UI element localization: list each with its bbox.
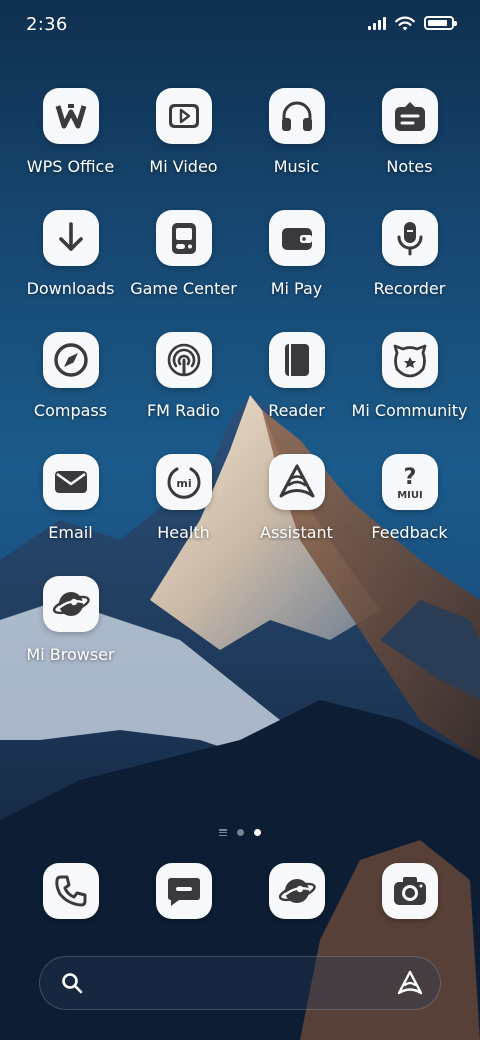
- status-icons: [368, 14, 457, 32]
- dock-planet-browser[interactable]: [240, 863, 353, 919]
- apps-microphone[interactable]: Recorder: [353, 210, 466, 298]
- app-label: WPS Office: [26, 157, 115, 176]
- app-label: Mi Community: [351, 401, 468, 420]
- apps-wps-office[interactable]: WPS Office: [14, 88, 127, 176]
- phone-icon[interactable]: [42, 863, 99, 919]
- app-label: Game Center: [130, 279, 237, 298]
- planet-browser-icon[interactable]: [42, 576, 99, 632]
- wifi-icon: [395, 16, 415, 31]
- page-dot-active[interactable]: [254, 829, 261, 836]
- search-bar[interactable]: [39, 956, 441, 1010]
- app-label: Mi Video: [149, 157, 218, 176]
- compass-icon[interactable]: [42, 332, 99, 388]
- app-label: Compass: [33, 401, 108, 420]
- planet-browser-icon[interactable]: [268, 863, 325, 919]
- apps-assistant[interactable]: Assistant: [240, 454, 353, 542]
- headphones-icon[interactable]: [268, 88, 325, 144]
- apps-download-arrow[interactable]: Downloads: [14, 210, 127, 298]
- app-label: Reader: [268, 401, 325, 420]
- apps-gamepad[interactable]: Game Center: [127, 210, 240, 298]
- apps-radio[interactable]: FM Radio: [127, 332, 240, 420]
- dock-camera[interactable]: [353, 863, 466, 919]
- app-label: Email: [48, 523, 93, 542]
- apps-book[interactable]: Reader: [240, 332, 353, 420]
- assistant-icon[interactable]: [268, 454, 325, 510]
- battery-level: [428, 20, 448, 26]
- feedback-glyph-text: MIUI: [397, 490, 423, 501]
- wps-office-icon[interactable]: [42, 88, 99, 144]
- health-ring-icon[interactable]: mi: [155, 454, 212, 510]
- miui-feedback-icon[interactable]: ? MIUI: [381, 454, 438, 510]
- apps-planet-browser[interactable]: Mi Browser: [14, 576, 127, 664]
- dock-message[interactable]: [127, 863, 240, 919]
- wallet-icon[interactable]: [268, 210, 325, 266]
- play-video-icon[interactable]: [155, 88, 212, 144]
- apps-notes[interactable]: Notes: [353, 88, 466, 176]
- message-icon[interactable]: [155, 863, 212, 919]
- app-label: Feedback: [371, 523, 448, 542]
- assistant-icon[interactable]: [396, 969, 424, 997]
- page-dot[interactable]: [237, 829, 244, 836]
- app-label: Mi Browser: [26, 645, 115, 664]
- gamepad-icon[interactable]: [155, 210, 212, 266]
- page-indicator[interactable]: [0, 829, 480, 836]
- battery-icon: [424, 16, 457, 30]
- clock: 2:36: [26, 14, 68, 35]
- page-list-indicator: [219, 829, 227, 836]
- apps-envelope[interactable]: Email: [14, 454, 127, 542]
- bunny-face-icon[interactable]: [381, 332, 438, 388]
- dock: [14, 863, 466, 919]
- apps-headphones[interactable]: Music: [240, 88, 353, 176]
- status-bar: 2:36: [0, 0, 480, 52]
- envelope-icon[interactable]: [42, 454, 99, 510]
- notes-icon[interactable]: [381, 88, 438, 144]
- app-grid: WPS Office Mi Video Music Notes Downloads Gam…: [14, 88, 468, 664]
- app-label: Mi Pay: [270, 279, 323, 298]
- download-arrow-icon[interactable]: [42, 210, 99, 266]
- app-label: Downloads: [26, 279, 115, 298]
- apps-compass[interactable]: Compass: [14, 332, 127, 420]
- radio-icon[interactable]: [155, 332, 212, 388]
- apps-play-video[interactable]: Mi Video: [127, 88, 240, 176]
- app-label: Assistant: [260, 523, 333, 542]
- apps-wallet[interactable]: Mi Pay: [240, 210, 353, 298]
- app-label: Health: [157, 523, 210, 542]
- app-label: Music: [273, 157, 320, 176]
- apps-health-ring[interactable]: mi Health: [127, 454, 240, 542]
- svg-text:?: ?: [403, 465, 416, 490]
- microphone-icon[interactable]: [381, 210, 438, 266]
- app-label: Notes: [386, 157, 433, 176]
- app-label: Recorder: [373, 279, 446, 298]
- apps-miui-feedback[interactable]: ? MIUI Feedback: [353, 454, 466, 542]
- book-icon[interactable]: [268, 332, 325, 388]
- search-icon[interactable]: [60, 971, 84, 995]
- dock-phone[interactable]: [14, 863, 127, 919]
- cellular-signal-icon: [368, 16, 386, 30]
- app-label: FM Radio: [146, 401, 221, 420]
- apps-bunny-face[interactable]: Mi Community: [351, 332, 468, 420]
- camera-icon[interactable]: [381, 863, 438, 919]
- svg-text:mi: mi: [176, 477, 191, 490]
